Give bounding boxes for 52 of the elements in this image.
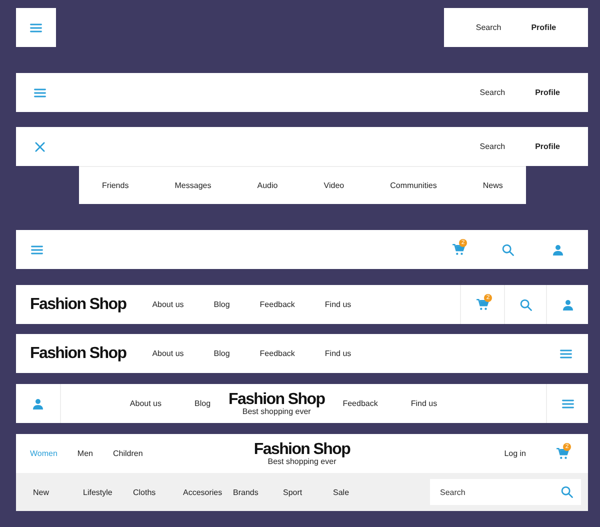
search-link[interactable]: Search	[480, 88, 506, 97]
shop-logo: Fashion Shop	[254, 442, 350, 458]
login-link[interactable]: Log in	[504, 449, 526, 458]
search-icon	[518, 298, 532, 312]
shop-logo: Fashion Shop	[30, 344, 126, 362]
submenu-item[interactable]: Audio	[257, 181, 278, 190]
nav-link[interactable]: Find us	[410, 399, 438, 408]
nav-link[interactable]: Blog	[214, 300, 230, 309]
nav-link[interactable]: Feedback	[342, 399, 378, 408]
search-icon	[501, 242, 515, 256]
shop-logo: Fashion Shop	[228, 392, 325, 408]
profile-link[interactable]: Profile	[535, 142, 560, 151]
profile-link[interactable]: Profile	[535, 88, 560, 97]
search-link[interactable]: Search	[480, 142, 506, 151]
search-field[interactable]: Search	[430, 479, 581, 505]
nav-link[interactable]: Blog	[214, 349, 230, 358]
nav-link[interactable]: Feedback	[260, 349, 295, 358]
nav-link[interactable]: About us	[130, 399, 162, 408]
submenu-item[interactable]: Communities	[390, 181, 437, 190]
submenu-item[interactable]: News	[482, 181, 503, 190]
cart-icon	[556, 447, 568, 460]
profile-link[interactable]: Profile	[531, 23, 556, 32]
nav-link[interactable]: Blog	[194, 399, 211, 408]
section-tab[interactable]: Children	[112, 449, 143, 458]
search-icon	[560, 485, 574, 499]
submenu-item[interactable]: Video	[324, 181, 344, 190]
nav-link[interactable]: About us	[152, 300, 184, 309]
nav-link[interactable]: About us	[152, 349, 184, 358]
category-link[interactable]: Cloths	[133, 488, 183, 496]
tagline: Best shopping ever	[268, 458, 336, 466]
category-link[interactable]: Brands	[233, 488, 283, 496]
shop-logo: Fashion Shop	[30, 296, 126, 314]
menu-button[interactable]	[16, 8, 56, 47]
submenu-item[interactable]: Friends	[102, 181, 129, 190]
close-icon	[33, 140, 47, 154]
cart-icon	[452, 243, 464, 256]
user-icon	[552, 244, 564, 256]
submenu-item[interactable]: Messages	[174, 181, 212, 190]
search-link[interactable]: Search	[476, 23, 502, 32]
user-icon	[32, 398, 44, 410]
category-link[interactable]: Sale	[333, 488, 383, 496]
tagline: Best shopping ever	[242, 408, 311, 416]
category-link[interactable]: Lifestyle	[83, 488, 133, 496]
user-icon	[562, 298, 574, 310]
category-link[interactable]: Sport	[283, 488, 333, 496]
section-tab[interactable]: Men	[77, 449, 93, 458]
nav-link[interactable]: Feedback	[260, 300, 295, 309]
nav-link[interactable]: Find us	[324, 349, 352, 358]
category-link[interactable]: New	[33, 488, 83, 496]
nav-link[interactable]: Find us	[324, 300, 352, 309]
cart-icon	[476, 298, 489, 311]
category-link[interactable]: Accesories	[183, 488, 233, 496]
